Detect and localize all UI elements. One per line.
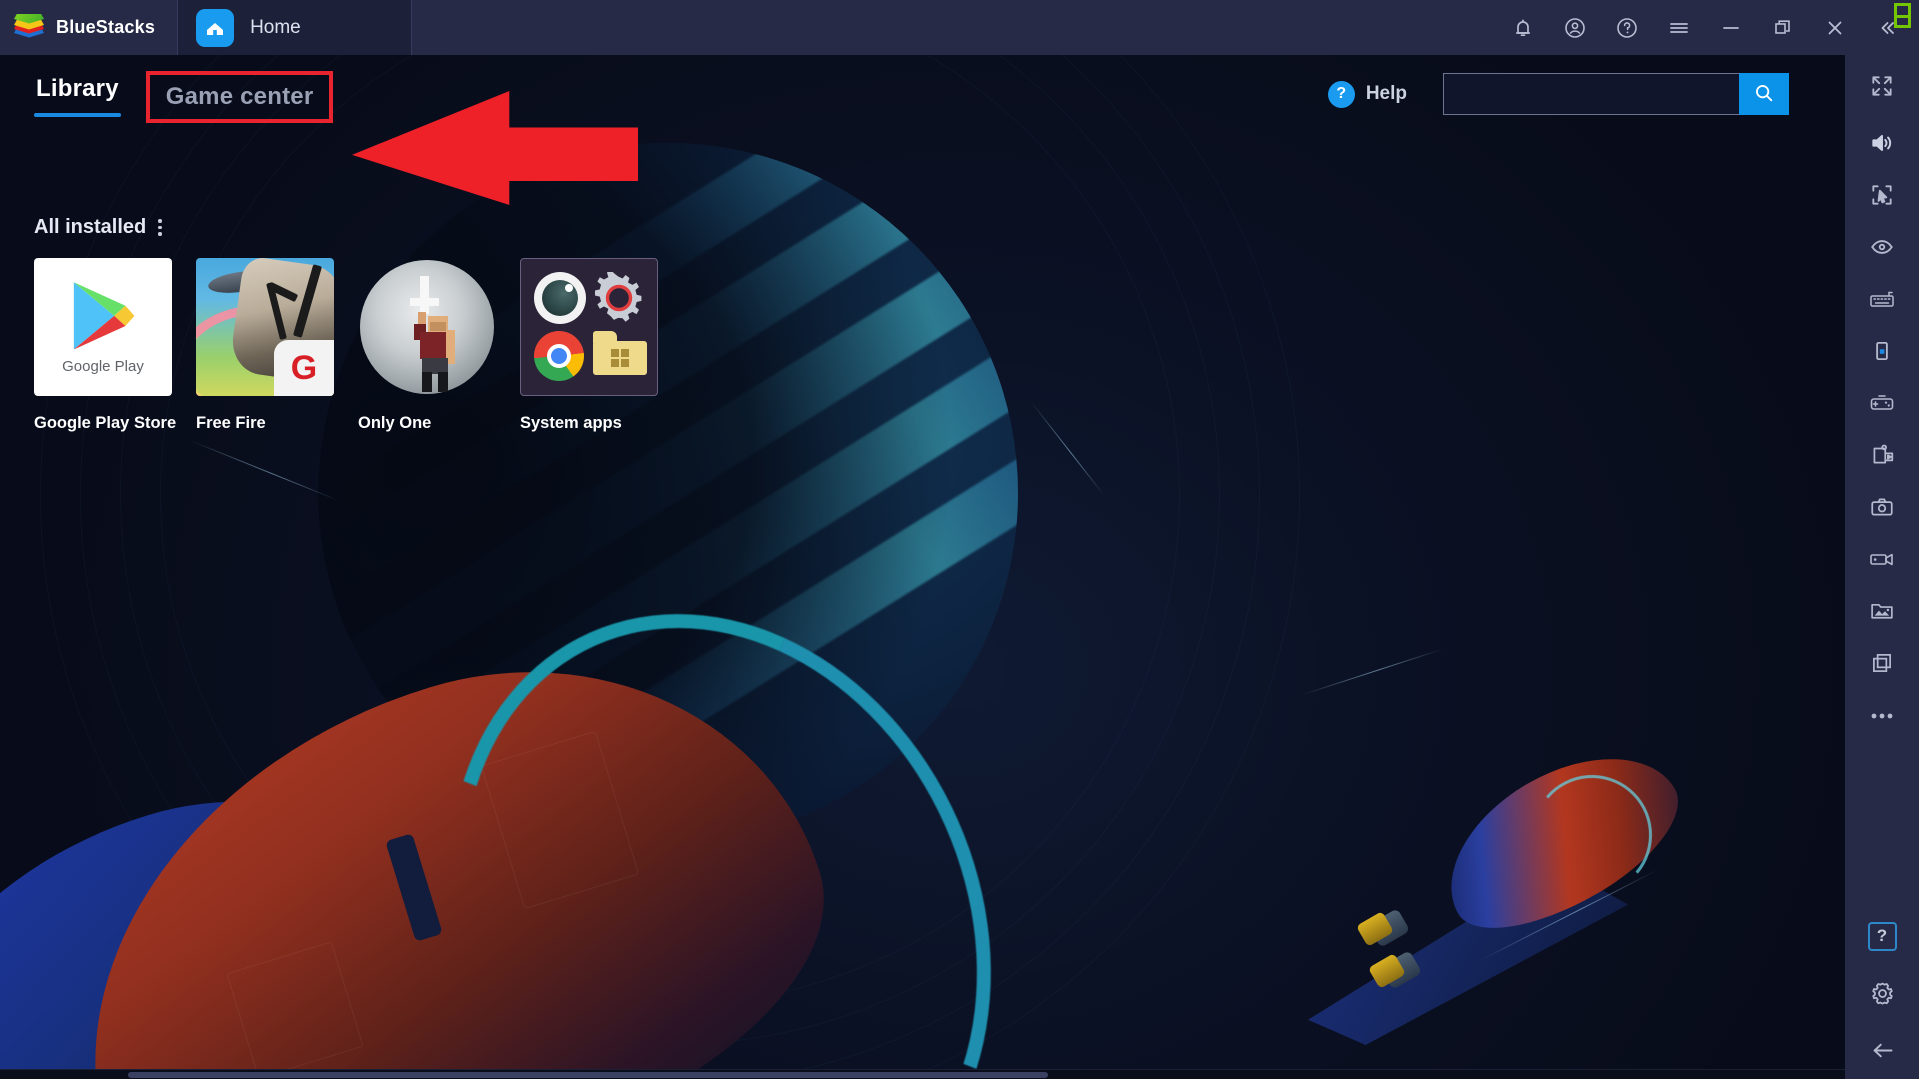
kebab-menu-icon[interactable]	[155, 215, 165, 240]
header-right-group: ? Help	[1327, 73, 1845, 115]
section-header-all-installed: All installed	[34, 215, 165, 240]
bluestacks-window: BlueStacks Home Library Game center ? He…	[0, 0, 1919, 1079]
help-label: Help	[1365, 83, 1407, 104]
only-one-icon	[358, 258, 496, 396]
tab-game-center[interactable]: Game center	[145, 71, 334, 123]
section-title: All installed	[34, 215, 147, 238]
eye-icon[interactable]	[1845, 221, 1919, 273]
search-button[interactable]	[1739, 73, 1789, 115]
tab-library[interactable]: Library	[34, 71, 121, 117]
hamburger-menu-icon[interactable]	[1653, 0, 1705, 55]
library-tabs: Library Game center	[0, 71, 334, 123]
search-input[interactable]	[1443, 73, 1739, 115]
app-label: Only One	[358, 414, 432, 432]
library-header: Library Game center ? Help	[0, 55, 1845, 133]
help-box-glyph: ?	[1867, 921, 1897, 951]
tab-library-label: Library	[36, 75, 119, 102]
keyboard-icon[interactable]	[1845, 273, 1919, 325]
title-bar: BlueStacks Home	[0, 0, 1919, 55]
window-controls	[1497, 0, 1919, 55]
app-label: Google Play Store	[34, 414, 177, 432]
google-play-wordmark: Google Play	[62, 357, 144, 375]
help-button[interactable]: ? Help	[1327, 80, 1407, 108]
horizontal-scrollbar[interactable]	[0, 1069, 1845, 1079]
system-apps-folder-icon	[520, 258, 658, 396]
notifications-icon[interactable]	[1497, 0, 1549, 55]
large-spaceship-graphic	[0, 526, 1088, 1079]
right-sidebar: ?	[1845, 55, 1919, 1079]
wallpaper	[0, 55, 1845, 1079]
screenshot-camera-icon[interactable]	[1845, 481, 1919, 533]
search-bar	[1443, 73, 1789, 115]
close-icon[interactable]	[1809, 0, 1861, 55]
media-gallery-icon[interactable]	[1845, 585, 1919, 637]
app-label: Free Fire	[196, 414, 266, 432]
app-tile-system-apps[interactable]: System apps	[520, 258, 682, 433]
google-play-icon: Google Play	[34, 258, 172, 396]
rotate-screen-icon[interactable]	[1845, 325, 1919, 377]
restore-icon[interactable]	[1757, 0, 1809, 55]
titlebar-drag-region	[412, 0, 1497, 55]
small-spaceship-graphic	[1300, 721, 1720, 1075]
multi-instance-icon[interactable]	[1845, 637, 1919, 689]
bluestacks-logo-icon	[14, 13, 44, 42]
chrome-icon	[533, 330, 586, 383]
window-tab-home[interactable]: Home	[177, 0, 412, 55]
help-box-icon[interactable]: ?	[1845, 907, 1919, 965]
main-stage: Library Game center ? Help All installed…	[0, 55, 1845, 1079]
settings-gear-icon	[593, 269, 645, 324]
app-tile-only-one[interactable]: Only One	[358, 258, 520, 433]
scrollbar-thumb[interactable]	[128, 1072, 1048, 1078]
search-icon	[1753, 82, 1775, 107]
app-tile-free-fire[interactable]: G Free Fire	[196, 258, 358, 433]
volume-icon[interactable]	[1845, 117, 1919, 169]
brand-area: BlueStacks	[0, 0, 178, 55]
window-tab-home-label: Home	[250, 16, 301, 38]
camera-icon	[533, 271, 586, 324]
app-tile-google-play-store[interactable]: Google Play Google Play Store	[34, 258, 196, 433]
green-segment-indicator	[1894, 3, 1911, 28]
macro-icon[interactable]	[1845, 429, 1919, 481]
garena-logo-icon: G	[290, 349, 318, 387]
home-icon	[196, 8, 235, 47]
back-arrow-icon[interactable]	[1845, 1021, 1919, 1079]
tab-game-center-label: Game center	[165, 83, 314, 110]
media-manager-folder-icon	[592, 330, 647, 383]
minimize-icon[interactable]	[1705, 0, 1757, 55]
free-fire-icon: G	[196, 258, 334, 396]
help-badge-icon: ?	[1327, 80, 1355, 108]
app-grid: Google Play Google Play Store G Free Fir…	[34, 258, 682, 433]
brand-name: BlueStacks	[56, 17, 156, 37]
more-dots-icon[interactable]	[1845, 689, 1919, 743]
settings-gear-icon[interactable]	[1845, 965, 1919, 1021]
fullscreen-icon[interactable]	[1845, 55, 1919, 117]
record-video-icon[interactable]	[1845, 533, 1919, 585]
help-circle-icon[interactable]	[1601, 0, 1653, 55]
app-label: System apps	[520, 414, 622, 432]
account-icon[interactable]	[1549, 0, 1601, 55]
select-cursor-icon[interactable]	[1845, 169, 1919, 221]
gamepad-icon[interactable]	[1845, 377, 1919, 429]
